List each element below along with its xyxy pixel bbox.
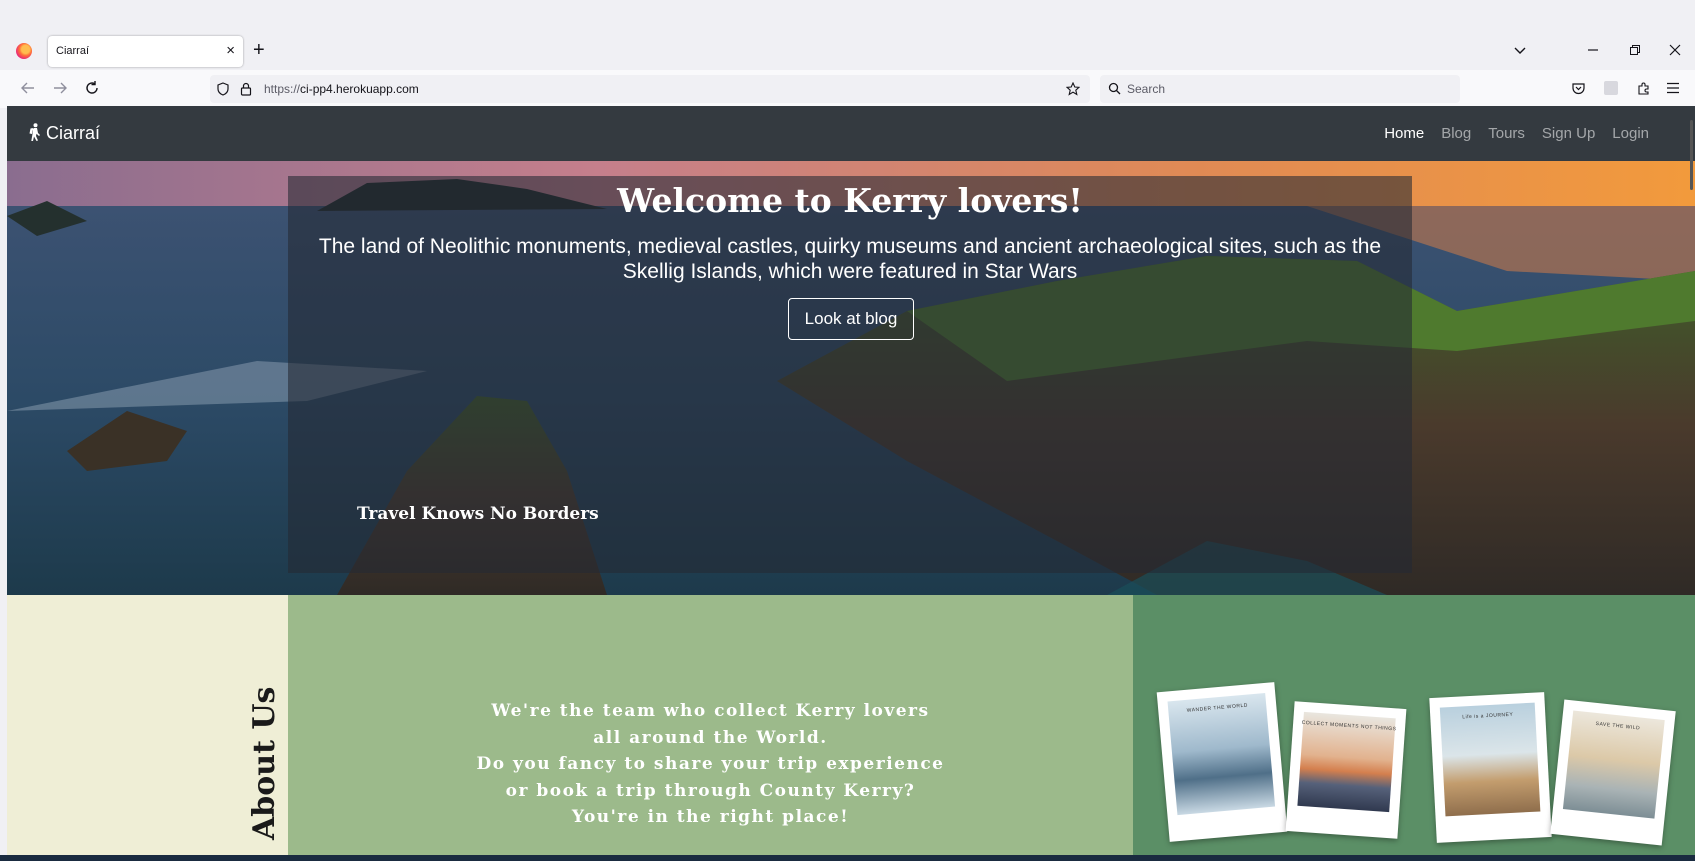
search-placeholder: Search	[1127, 82, 1166, 96]
about-text: We're the team who collect Kerry lovers …	[288, 698, 1133, 831]
about-line: or book a trip through County Kerry?	[505, 780, 916, 801]
hero-description: The land of Neolithic monuments, medieva…	[318, 235, 1382, 283]
tab-title: Ciarraí	[56, 45, 90, 57]
nav-link-login[interactable]: Login	[1612, 125, 1649, 142]
forward-arrow-icon[interactable]	[51, 80, 69, 98]
brand-link[interactable]: Ciarraí	[27, 123, 100, 144]
hero-section: Welcome to Kerry lovers! The land of Neo…	[7, 161, 1695, 595]
url-bar[interactable]: https://ci-pp4.herokuapp.com	[210, 75, 1090, 103]
hero-title: Welcome to Kerry lovers!	[617, 181, 1083, 220]
about-text-column: We're the team who collect Kerry lovers …	[288, 595, 1133, 861]
about-line: Do you fancy to share your trip experien…	[476, 754, 945, 774]
bookmark-star-icon[interactable]	[1066, 82, 1080, 96]
tab-strip: Ciarraí × +	[0, 32, 1695, 70]
nav-link-home[interactable]: Home	[1384, 125, 1424, 142]
search-bar[interactable]: Search	[1100, 75, 1460, 103]
close-tab-icon[interactable]: ×	[226, 42, 235, 60]
minimize-icon[interactable]	[1578, 38, 1608, 64]
about-heading-column: About Us	[7, 595, 288, 861]
about-line: You're in the right place!	[571, 807, 850, 827]
browser-toolbar: https://ci-pp4.herokuapp.com Search	[0, 70, 1695, 108]
nav-link-signup[interactable]: Sign Up	[1542, 125, 1595, 142]
nav-link-tours[interactable]: Tours	[1488, 125, 1525, 142]
active-tab[interactable]: Ciarraí ×	[48, 36, 243, 67]
hero-tagline: Travel Knows No Borders	[357, 504, 599, 524]
search-icon	[1108, 82, 1121, 95]
close-window-icon[interactable]	[1660, 38, 1690, 64]
lock-icon[interactable]	[240, 82, 252, 96]
hiker-icon	[29, 123, 40, 141]
pocket-icon[interactable]	[1571, 81, 1586, 96]
new-tab-button[interactable]: +	[253, 39, 265, 61]
hero-overlay-box: Welcome to Kerry lovers! The land of Neo…	[288, 176, 1412, 573]
about-section: About Us We're the team who collect Kerr…	[7, 595, 1695, 861]
web-page: Ciarraí Home Blog Tours Sign Up Login We…	[7, 106, 1695, 861]
page-scrollbar[interactable]	[1689, 106, 1695, 861]
nav-link-blog[interactable]: Blog	[1441, 125, 1471, 142]
polaroid-photo: Life is a JOURNEY	[1429, 692, 1552, 843]
taskbar-edge	[0, 855, 1695, 861]
about-heading: About Us	[247, 686, 282, 840]
shield-icon[interactable]	[216, 82, 230, 96]
brand-name: Ciarraí	[46, 123, 101, 143]
polaroid-photo: COLLECT MOMENTS NOT THINGS	[1285, 701, 1407, 839]
about-line: We're the team who collect Kerry lovers	[491, 701, 930, 721]
extension-icon[interactable]	[1604, 81, 1618, 95]
back-arrow-icon[interactable]	[19, 80, 37, 98]
window-titlebar	[0, 0, 1695, 32]
tab-list-chevron-icon[interactable]	[1512, 42, 1528, 58]
url-text[interactable]: https://ci-pp4.herokuapp.com	[264, 82, 419, 96]
about-image-column: WANDER THE WORLD COLLECT MOMENTS NOT THI…	[1133, 595, 1695, 861]
reload-icon[interactable]	[83, 80, 101, 98]
site-navbar: Ciarraí Home Blog Tours Sign Up Login	[7, 106, 1695, 161]
firefox-logo-icon	[16, 43, 32, 59]
about-line: all around the World.	[593, 727, 828, 748]
extensions-puzzle-icon[interactable]	[1636, 81, 1651, 96]
look-at-blog-button[interactable]: Look at blog	[788, 298, 914, 340]
menu-hamburger-icon[interactable]	[1666, 82, 1680, 94]
polaroid-photo: SAVE THE WILD	[1550, 699, 1676, 846]
restore-icon[interactable]	[1620, 38, 1650, 64]
polaroid-photo: WANDER THE WORLD	[1156, 682, 1288, 842]
site-nav-menu: Home Blog Tours Sign Up Login	[1384, 125, 1649, 142]
